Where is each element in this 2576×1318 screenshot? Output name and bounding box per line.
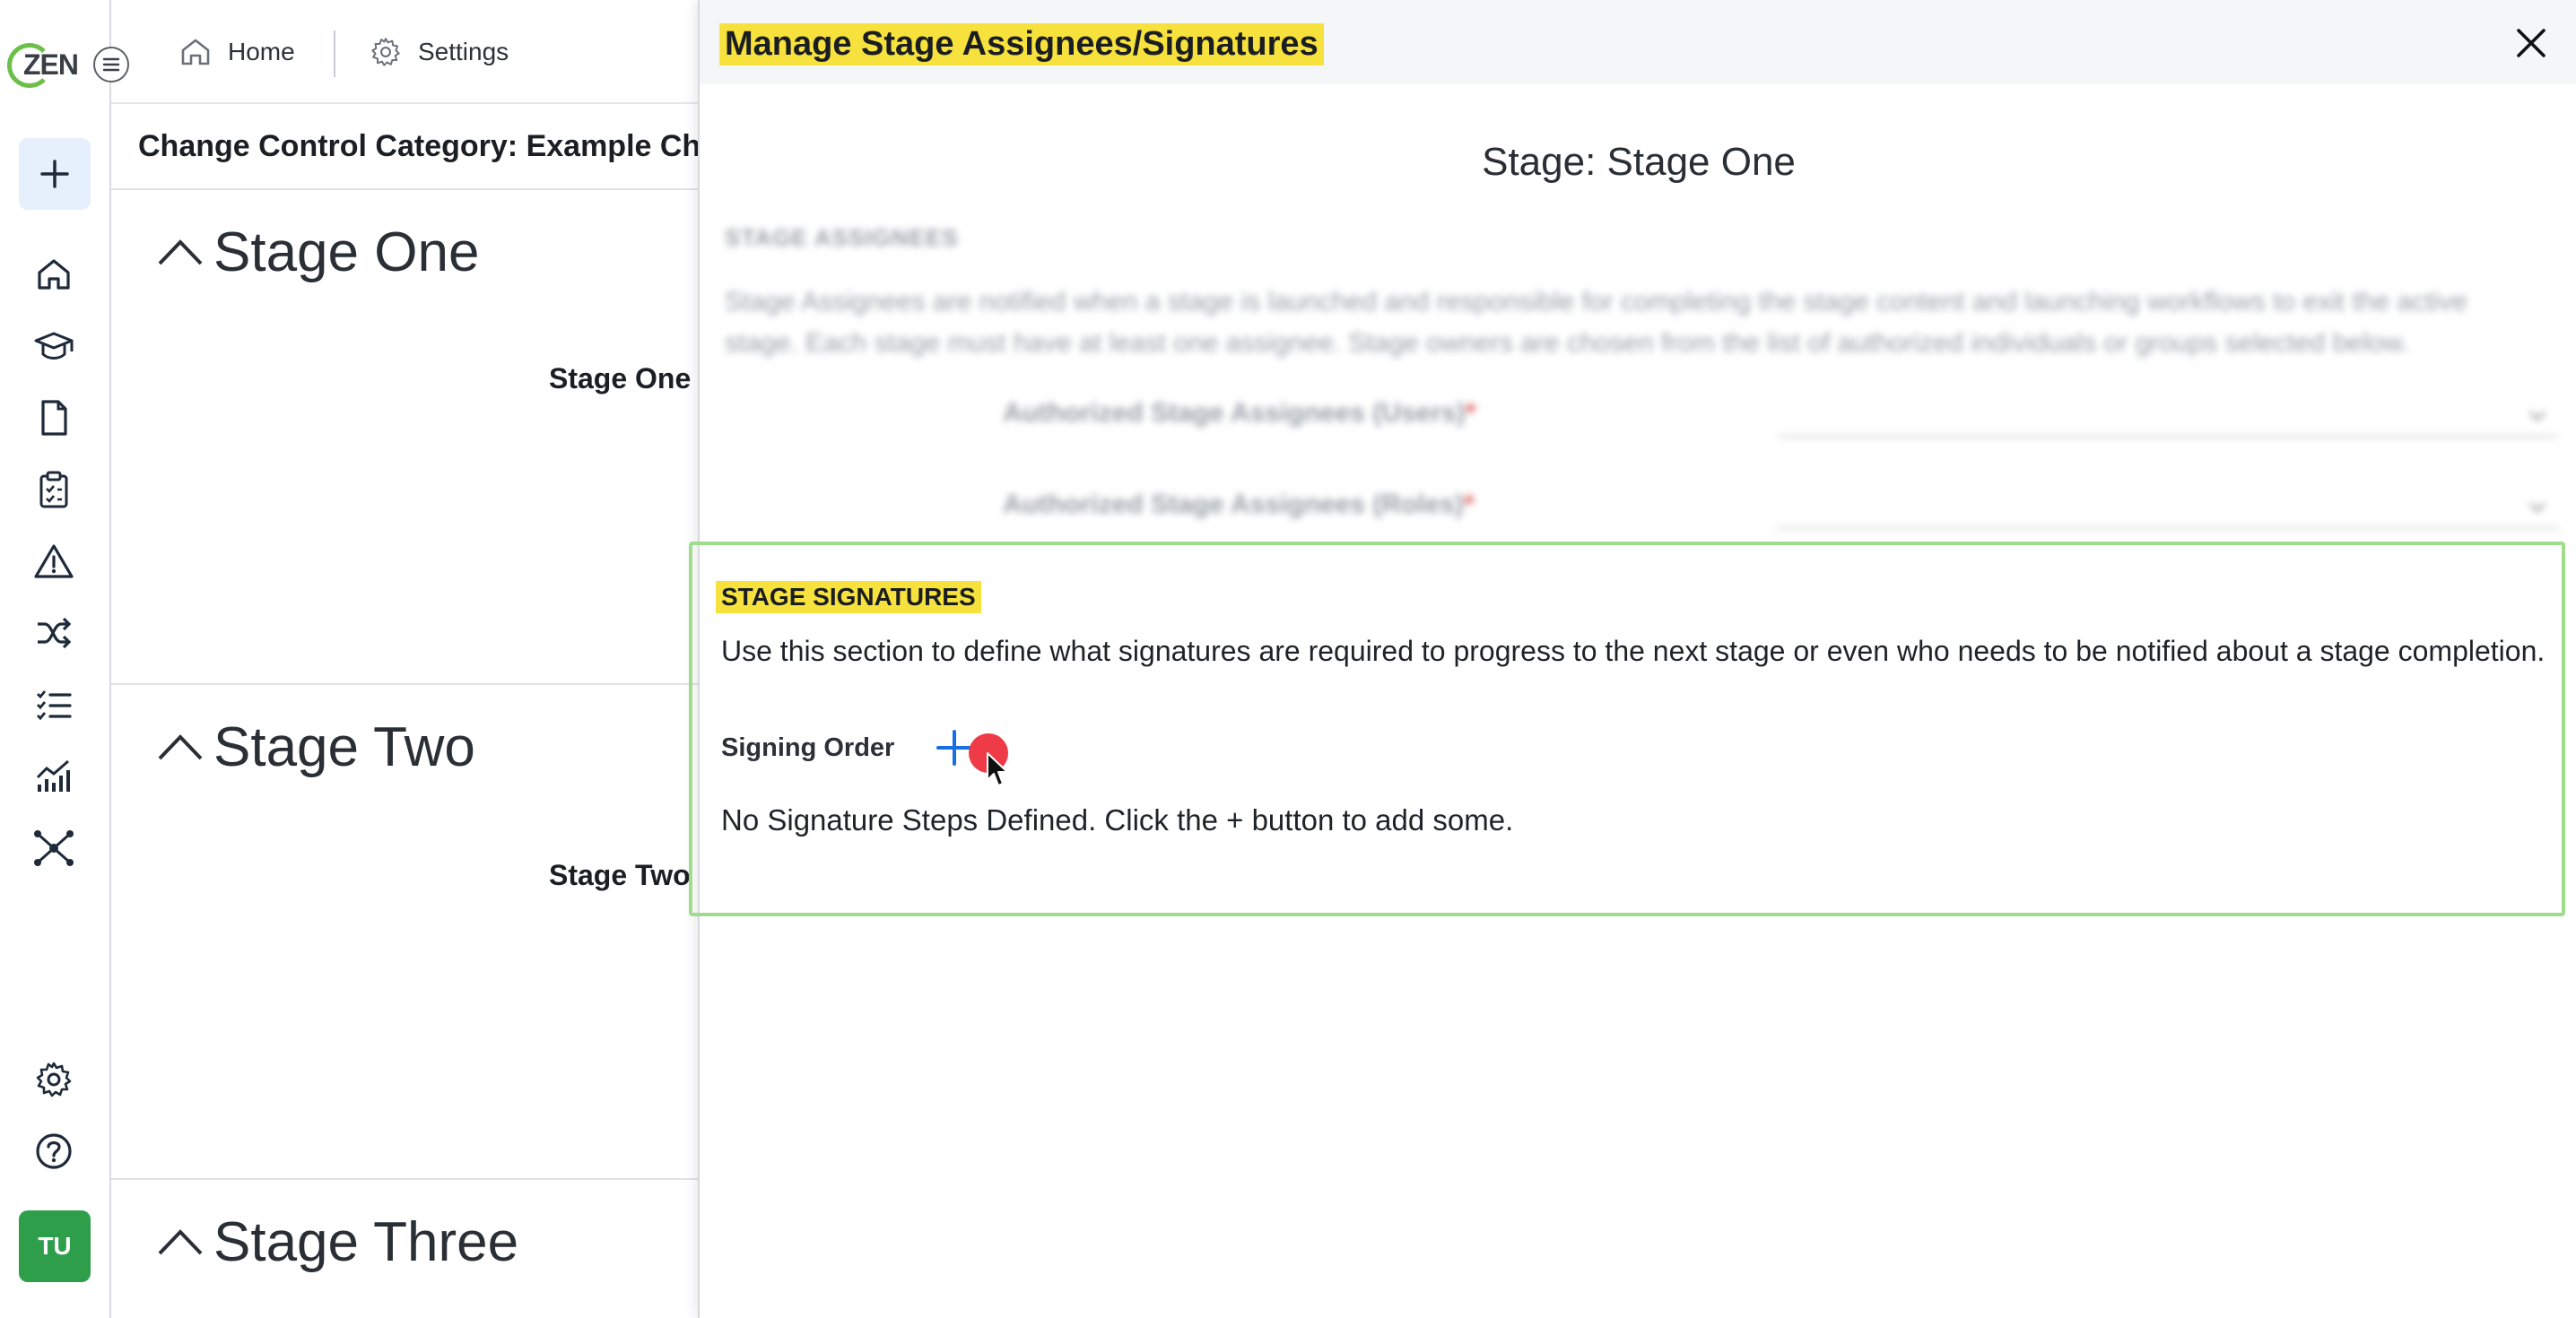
clipboard-checklist-icon: [39, 471, 68, 508]
warning-icon: [34, 544, 74, 578]
authorized-roles-select[interactable]: [1778, 490, 2558, 529]
rail-tasks-button[interactable]: [30, 466, 77, 513]
authorized-users-label-text: Authorized Stage Assignees (Users): [1003, 398, 1466, 428]
stage-two-subtitle: Stage Two I: [549, 859, 707, 891]
stage-one-subtitle: Stage One S: [549, 362, 718, 395]
nav-home-label: Home: [228, 38, 295, 65]
chevron-down-icon: [2529, 411, 2546, 421]
stage-divider: [111, 683, 703, 685]
stage-heading: Stage: Stage One: [1482, 140, 1796, 184]
close-button[interactable]: [2511, 23, 2551, 63]
chart-icon: [36, 759, 70, 792]
stage-signatures-section: STAGE SIGNATURES Use this section to def…: [689, 542, 2565, 916]
authorized-roles-label-text: Authorized Stage Assignees (Roles): [1003, 490, 1464, 519]
rail-help-button[interactable]: [30, 1128, 77, 1175]
required-marker: *: [1465, 398, 1476, 428]
stage-two-header[interactable]: Stage Two: [156, 715, 475, 779]
gear-icon: [36, 1062, 72, 1097]
stage-signatures-label: STAGE SIGNATURES: [716, 581, 981, 613]
network-icon: [34, 830, 74, 866]
hamburger-menu-icon: [102, 57, 120, 72]
zen-logo[interactable]: ZEN: [7, 39, 79, 90]
nav-settings-link[interactable]: Settings: [370, 34, 509, 70]
mouse-cursor-icon: [987, 752, 1008, 786]
signing-order-label: Signing Order: [721, 733, 895, 762]
create-new-button[interactable]: [19, 138, 91, 210]
app-window: ZEN TU Home Settings Change Control Cate…: [0, 0, 2576, 1318]
stage-divider: [111, 1178, 703, 1180]
signing-order-row: Signing Order: [721, 721, 977, 775]
rail-change-control-button[interactable]: [30, 610, 77, 656]
close-icon: [2517, 29, 2546, 57]
page-title: Change Control Category: Example Cha: [138, 129, 718, 163]
document-icon: [41, 400, 67, 436]
required-marker: *: [1463, 490, 1475, 519]
stage-three-title: Stage Three: [213, 1211, 519, 1273]
graduation-cap-icon: [34, 332, 74, 360]
help-icon: [36, 1133, 72, 1169]
stage-signatures-description: Use this section to define what signatur…: [721, 635, 2546, 667]
authorized-users-label: Authorized Stage Assignees (Users)*: [1003, 398, 1475, 429]
rail-home-button[interactable]: [30, 251, 77, 298]
nav-home-link[interactable]: Home: [179, 34, 295, 70]
left-navigation-rail: ZEN TU: [0, 0, 111, 1318]
chevron-down-icon: [2529, 502, 2546, 513]
rail-training-button[interactable]: [30, 323, 77, 369]
rail-documents-button[interactable]: [30, 395, 77, 441]
chevron-up-icon: [158, 238, 203, 264]
manage-stage-drawer: Manage Stage Assignees/Signatures Stage:…: [689, 0, 2576, 1318]
authorized-users-select[interactable]: [1778, 398, 2558, 438]
plus-icon: [40, 160, 69, 188]
checklist-icon: [37, 690, 72, 721]
shuffle-icon: [38, 617, 72, 649]
nav-settings-label: Settings: [418, 38, 509, 65]
logo-text: ZEN: [23, 48, 79, 81]
chevron-up-icon: [158, 1228, 203, 1254]
drawer-title: Manage Stage Assignees/Signatures: [719, 23, 1324, 65]
authorized-roles-label: Authorized Stage Assignees (Roles)*: [1003, 490, 1475, 520]
gear-icon: [371, 38, 400, 66]
nav-divider: [334, 30, 335, 77]
chevron-up-icon: [158, 733, 203, 759]
drawer-header: Manage Stage Assignees/Signatures: [700, 0, 2576, 84]
stage-three-header[interactable]: Stage Three: [156, 1210, 518, 1274]
rail-analytics-button[interactable]: [30, 753, 77, 800]
title-divider: [111, 188, 703, 190]
stage-two-title: Stage Two: [213, 716, 475, 778]
change-control-page: Change Control Category: Example Cha Sta…: [111, 104, 718, 1318]
stage-one-title: Stage One: [213, 221, 480, 283]
stage-one-header[interactable]: Stage One: [156, 221, 479, 284]
user-avatar[interactable]: TU: [19, 1210, 91, 1282]
stage-assignees-label: STAGE ASSIGNEES: [725, 224, 959, 251]
rail-network-button[interactable]: [30, 825, 77, 871]
home-icon: [38, 259, 70, 290]
rail-settings-button[interactable]: [30, 1056, 77, 1103]
top-navigation-bar: Home Settings: [111, 0, 703, 104]
rail-risk-button[interactable]: [30, 538, 77, 585]
home-icon: [181, 39, 210, 65]
rail-checklists-button[interactable]: [30, 681, 77, 728]
menu-toggle-button[interactable]: [93, 47, 129, 82]
empty-signature-steps-message: No Signature Steps Defined. Click the + …: [721, 803, 1514, 837]
stage-assignees-description: Stage Assignees are notified when a stag…: [725, 287, 2467, 358]
